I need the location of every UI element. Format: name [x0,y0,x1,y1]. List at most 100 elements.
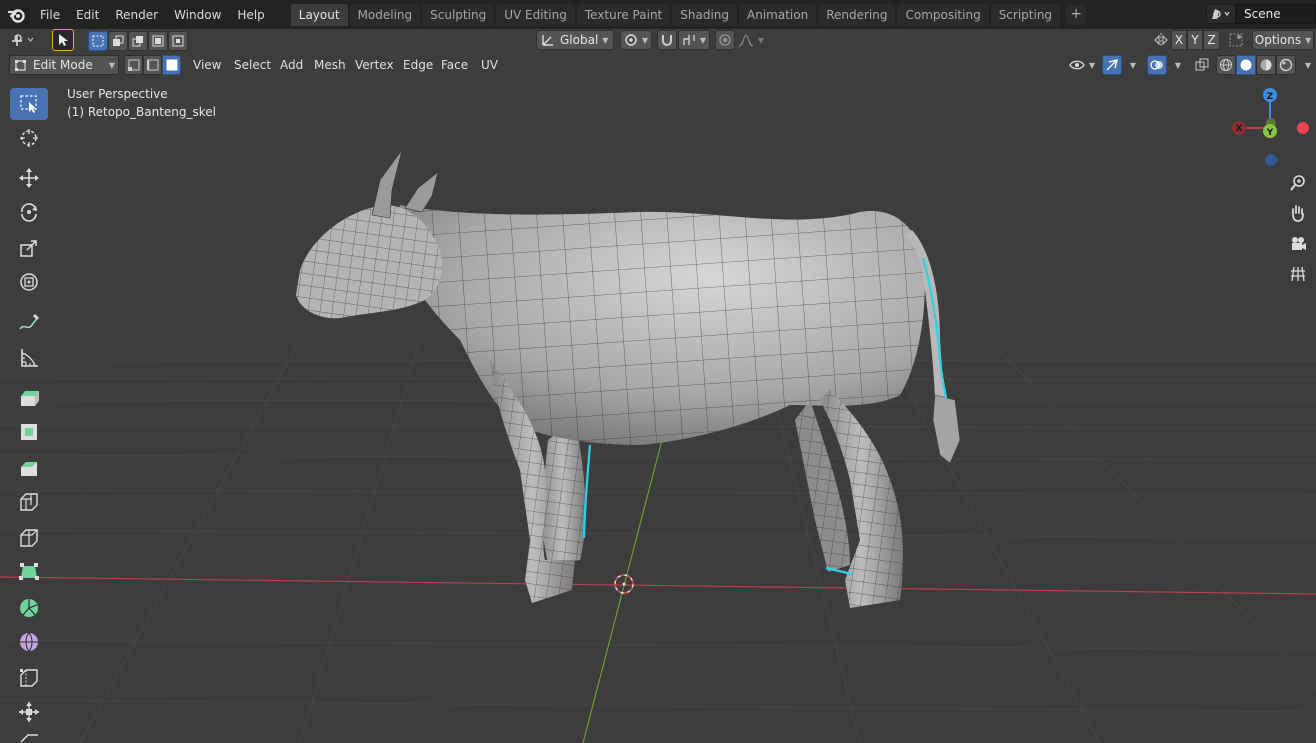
mirror-x-toggle[interactable]: X [1171,30,1187,50]
wireframe-shading-button[interactable] [1216,55,1236,75]
auto-merge-button[interactable] [1225,30,1247,50]
more-tools-partial[interactable] [10,730,48,743]
scene-icon[interactable] [1206,4,1236,24]
visibility-dropdown[interactable]: ▼ [1066,55,1098,75]
menu-render[interactable]: Render [107,4,166,26]
select-extend-button[interactable] [108,31,128,51]
magnet-icon [662,35,672,46]
ortho-toggle-button[interactable] [1284,260,1312,288]
zoom-button[interactable] [1284,169,1312,197]
shading-dropdown[interactable]: ▼ [1298,55,1314,75]
select-invert-button[interactable] [148,31,168,51]
snap-toggle[interactable] [657,30,677,50]
menu-uv[interactable]: UV [475,55,504,75]
falloff-dropdown[interactable]: ▼ [736,30,766,50]
tab-scripting[interactable]: Scripting [990,3,1061,26]
rendered-shading-button[interactable] [1276,55,1296,75]
extrude-icon [21,391,39,406]
spin-tool[interactable] [10,592,48,624]
tab-sculpting[interactable]: Sculpting [422,3,495,26]
cursor-icon [20,129,38,147]
menu-window[interactable]: Window [166,4,229,26]
gizmo-toggle[interactable] [1102,55,1122,75]
mirror-options-button[interactable] [1151,30,1171,50]
scale-tool[interactable] [10,232,48,264]
menu-view[interactable]: View [187,55,227,75]
mirror-z-toggle[interactable]: Z [1203,30,1220,50]
chevron-down-icon: ▼ [757,35,765,45]
overlays-toggle[interactable] [1147,55,1167,75]
menu-vertex[interactable]: Vertex [349,55,400,75]
proportional-edit-toggle[interactable] [715,30,735,50]
menu-edge[interactable]: Edge [397,55,439,75]
add-workspace-button[interactable]: + [1066,4,1087,25]
knife-icon [20,529,38,547]
3d-cursor[interactable] [614,574,634,594]
menu-mesh[interactable]: Mesh [308,55,352,75]
annotate-icon [19,314,39,330]
face-select-button[interactable] [162,55,181,75]
orientation-label: Global [560,33,599,47]
move-tool[interactable] [10,162,48,194]
bevel-tool[interactable] [10,452,48,484]
vertex-select-button[interactable] [124,55,143,75]
tab-layout[interactable]: Layout [290,3,348,26]
navigation-gizmo[interactable]: Z X Y [1232,88,1309,166]
edge-slide-tool[interactable] [10,662,48,694]
select-intersect-button[interactable] [168,31,188,51]
menu-select[interactable]: Select [228,55,277,75]
knife-tool[interactable] [10,522,48,554]
gizmo-dropdown[interactable]: ▼ [1123,55,1139,75]
pivot-point-dropdown[interactable]: ▼ [620,30,652,50]
annotate-tool[interactable] [10,306,48,338]
extrude-tool[interactable] [10,382,48,414]
pan-button[interactable] [1284,199,1312,227]
smooth-tool[interactable] [10,626,48,658]
editor-type-button[interactable] [6,30,40,50]
rotate-tool[interactable] [10,196,48,228]
measure-tool[interactable] [10,342,48,374]
material-shading-button[interactable] [1256,55,1276,75]
gizmo-x-handle[interactable] [1297,122,1309,134]
menu-edit[interactable]: Edit [68,4,107,26]
tab-compositing[interactable]: Compositing [897,3,989,26]
blender-logo-icon[interactable] [6,4,28,26]
mode-dropdown[interactable]: Edit Mode ▼ [9,55,119,75]
tab-modeling[interactable]: Modeling [349,3,421,26]
tab-animation[interactable]: Animation [739,3,817,26]
select-new-button[interactable] [88,31,108,51]
shrink-fatten-tool[interactable] [10,696,48,728]
poly-build-tool[interactable] [10,556,48,588]
tab-texture-paint[interactable]: Texture Paint [576,3,671,26]
xray-toggle[interactable] [1192,55,1212,75]
solid-shading-button[interactable] [1236,55,1256,75]
tab-shading[interactable]: Shading [672,3,737,26]
camera-view-button[interactable] [1284,230,1312,258]
tab-rendering[interactable]: Rendering [818,3,896,26]
options-label: Options [1254,33,1302,47]
menu-help[interactable]: Help [229,4,272,26]
cursor-tool[interactable] [10,122,48,154]
inset-tool[interactable] [10,416,48,448]
gizmo-neg-z-handle[interactable] [1265,154,1277,166]
face-select-icon [166,59,177,71]
edge-select-button[interactable] [143,55,162,75]
menu-file[interactable]: File [32,4,68,26]
spin-icon [20,599,38,617]
transform-tool[interactable] [10,266,48,298]
menu-add[interactable]: Add [274,55,309,75]
options-dropdown[interactable]: Options ▼ [1252,30,1314,50]
loop-cut-tool[interactable] [10,486,48,518]
select-box-tool[interactable] [10,88,48,120]
scene-name-field[interactable]: Scene [1236,4,1316,24]
tool-settings-bar: Global ▼ ▼ ▼ ▼ X Y Z Options ▼ [0,29,1316,52]
mirror-y-toggle[interactable]: Y [1187,30,1203,50]
overlays-dropdown[interactable]: ▼ [1168,55,1184,75]
select-subtract-button[interactable] [128,31,148,51]
snap-target-dropdown[interactable]: ▼ [678,30,710,50]
transform-orientation-dropdown[interactable]: Global ▼ [536,30,614,50]
menu-face[interactable]: Face [435,55,474,75]
3d-viewport[interactable]: Z X Y User Perspective (1) Retopo_Banten… [0,77,1316,743]
tab-uv-editing[interactable]: UV Editing [496,3,575,26]
select-tool-button[interactable] [52,29,74,51]
